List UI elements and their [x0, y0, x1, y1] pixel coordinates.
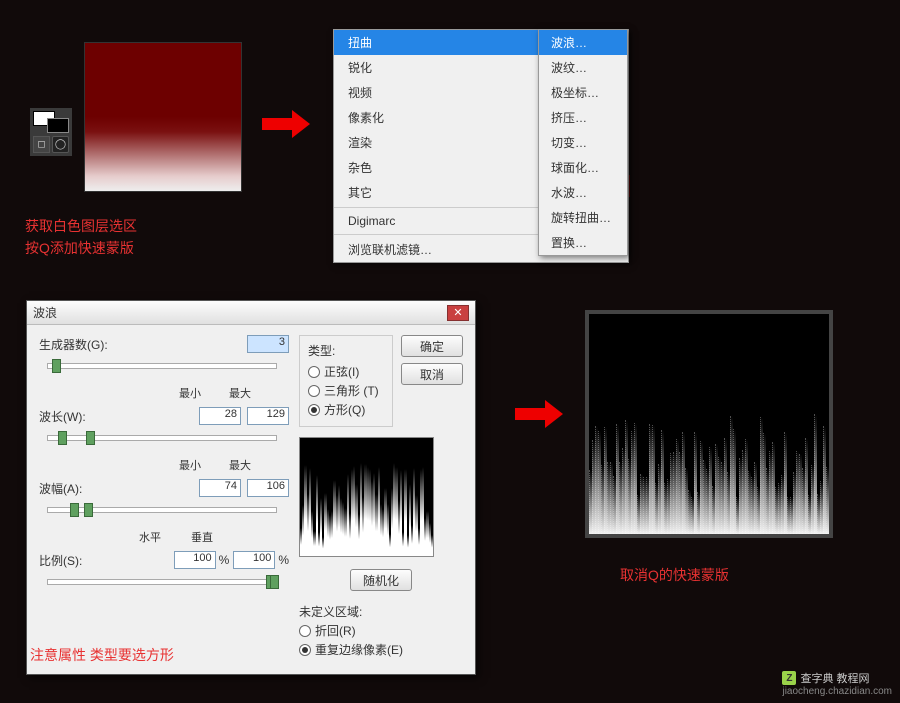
generators-slider[interactable]	[47, 363, 277, 369]
scale-v-input[interactable]: 100	[233, 551, 275, 569]
type-square-radio[interactable]: 方形(Q)	[308, 401, 384, 418]
amplitude-slider[interactable]	[47, 507, 277, 513]
scale-label: 比例(S):	[39, 552, 99, 569]
tools-palette: ◻ ◯	[30, 108, 72, 156]
submenu-item-wave[interactable]: 波浪…	[539, 30, 627, 55]
submenu-item-displace[interactable]: 置换…	[539, 230, 627, 255]
submenu-item-twirl[interactable]: 旋转扭曲…	[539, 205, 627, 230]
type-triangle-radio[interactable]: 三角形 (T)	[308, 382, 384, 399]
wavelength-slider[interactable]	[47, 435, 277, 441]
generators-label: 生成器数(G):	[39, 336, 111, 353]
wave-preview	[299, 437, 434, 557]
undefined-area-group: 未定义区域: 折回(R) 重复边缘像素(E)	[299, 603, 463, 660]
arrow-icon	[262, 110, 310, 138]
generators-input[interactable]: 3	[247, 335, 289, 353]
wavelength-min-input[interactable]: 28	[199, 407, 241, 425]
type-sine-radio[interactable]: 正弦(I)	[308, 363, 384, 380]
scale-h-input[interactable]: 100	[174, 551, 216, 569]
undef-wrap-radio[interactable]: 折回(R)	[299, 622, 463, 639]
cancel-button[interactable]: 取消	[401, 363, 463, 385]
undef-repeat-radio[interactable]: 重复边缘像素(E)	[299, 641, 463, 658]
close-button[interactable]: ✕	[447, 305, 469, 321]
color-swatch[interactable]	[33, 111, 69, 133]
dialog-title: 波浪	[33, 304, 57, 321]
submenu-item-polar[interactable]: 极坐标…	[539, 80, 627, 105]
close-icon: ✕	[453, 306, 462, 319]
ok-button[interactable]: 确定	[401, 335, 463, 357]
amplitude-max-input[interactable]: 106	[247, 479, 289, 497]
arrow-icon	[515, 400, 563, 428]
caption-step4: 取消Q的快速蒙版	[620, 564, 729, 586]
scale-slider[interactable]	[47, 579, 277, 585]
submenu-item-ripple[interactable]: 波纹…	[539, 55, 627, 80]
caption-step3: 注意属性 类型要选方形	[30, 644, 174, 666]
caption-step1: 获取白色图层选区 按Q添加快速蒙版	[25, 215, 137, 260]
wavelength-label: 波长(W):	[39, 408, 111, 425]
randomize-button[interactable]: 随机化	[350, 569, 412, 591]
watermark: Z查字典 教程网 jiaocheng.chazidian.com	[782, 670, 892, 697]
amplitude-label: 波幅(A):	[39, 480, 111, 497]
submenu-item-pinch[interactable]: 挤压…	[539, 105, 627, 130]
standard-mode-button[interactable]: ◻	[33, 136, 50, 153]
result-preview	[585, 310, 833, 538]
amplitude-min-input[interactable]: 74	[199, 479, 241, 497]
submenu-item-shear[interactable]: 切变…	[539, 130, 627, 155]
submenu-item-spherize[interactable]: 球面化…	[539, 155, 627, 180]
wavelength-max-input[interactable]: 129	[247, 407, 289, 425]
distort-submenu: 波浪… 波纹… 极坐标… 挤压… 切变… 球面化… 水波… 旋转扭曲… 置换…	[538, 29, 628, 256]
logo-icon: Z	[782, 671, 796, 685]
wave-dialog: 波浪 ✕ 生成器数(G): 3 最小最大 波长(W): 28 129 最小最大 …	[26, 300, 476, 675]
submenu-item-zigzag[interactable]: 水波…	[539, 180, 627, 205]
type-fieldset: 类型: 正弦(I) 三角形 (T) 方形(Q)	[299, 335, 393, 427]
red-gradient-preview	[84, 42, 242, 192]
dialog-titlebar: 波浪 ✕	[27, 301, 475, 325]
quickmask-mode-button[interactable]: ◯	[52, 136, 69, 153]
